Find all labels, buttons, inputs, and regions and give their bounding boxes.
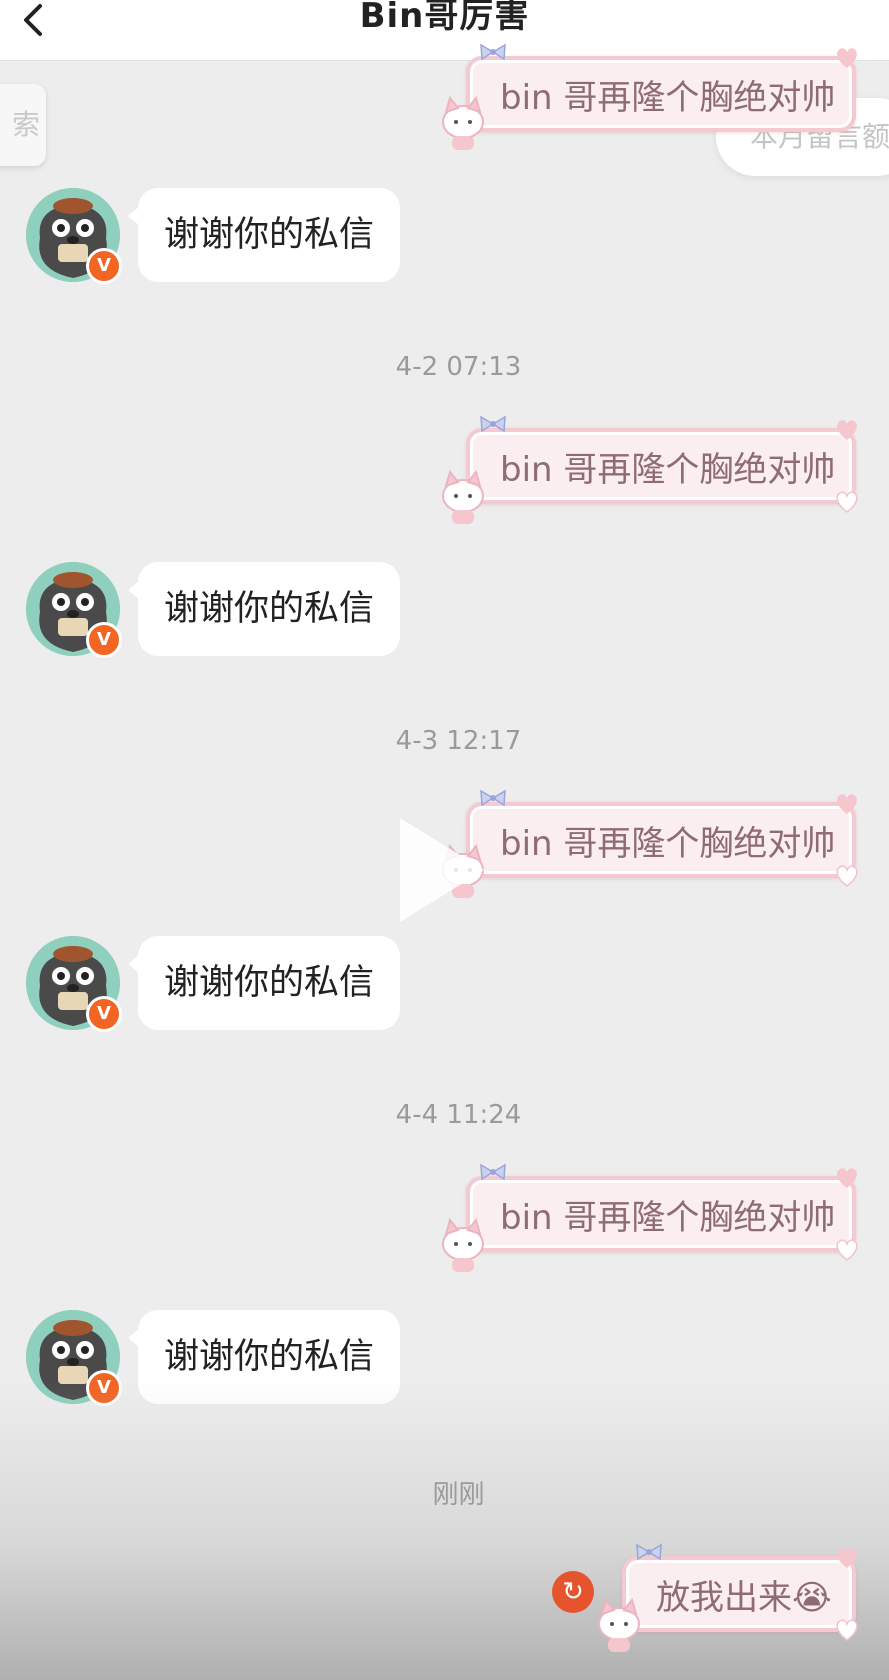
received-message-bubble[interactable]: 谢谢你的私信 <box>127 1310 401 1404</box>
heart-icon <box>837 794 857 814</box>
sent-message-text: bin 哥再隆个胸绝对帅 <box>500 824 836 864</box>
received-message-bubble[interactable]: 谢谢你的私信 <box>127 936 401 1030</box>
verified-badge-icon: V <box>86 248 122 284</box>
sent-sticker-bubble-final[interactable]: 放我出来😭 <box>622 1543 858 1641</box>
heart-icon <box>837 1548 857 1568</box>
avatar[interactable]: V <box>26 936 122 1032</box>
avatar[interactable]: V <box>26 188 122 284</box>
heart-icon <box>836 1239 858 1261</box>
verified-badge-icon: V <box>86 622 122 658</box>
timestamp: 4-4 11:24 <box>395 1100 522 1130</box>
timestamp: 刚刚 <box>432 1480 485 1510</box>
final-message-text: 放我出来😭 <box>656 1578 832 1618</box>
bow-icon <box>636 1543 662 1561</box>
sent-sticker-bubble[interactable]: bin 哥再隆个胸绝对帅 <box>466 415 858 513</box>
bow-icon <box>480 1163 506 1181</box>
melody-sticker-icon <box>442 96 484 150</box>
sent-sticker-bubble[interactable]: bin 哥再隆个胸绝对帅 <box>466 1163 858 1261</box>
heart-icon <box>837 48 857 68</box>
verified-badge-icon: V <box>86 996 122 1032</box>
resend-icon[interactable]: ↻ <box>552 1571 594 1613</box>
heart-icon <box>837 420 857 440</box>
heart-icon <box>836 865 858 887</box>
heart-icon <box>836 491 858 513</box>
chat-title: Bin哥厉害 <box>359 0 530 36</box>
melody-sticker-icon <box>442 1218 484 1272</box>
heart-icon <box>837 1168 857 1188</box>
melody-sticker-icon <box>598 1598 640 1652</box>
melody-sticker-icon <box>442 470 484 524</box>
avatar[interactable]: V <box>26 1310 122 1406</box>
timestamp: 4-2 07:13 <box>395 352 522 382</box>
play-icon[interactable] <box>400 818 484 922</box>
verified-badge-icon: V <box>86 1370 122 1406</box>
sent-message-text: bin 哥再隆个胸绝对帅 <box>500 78 836 118</box>
top-bar: Bin哥厉害 <box>0 0 889 61</box>
bow-icon <box>480 43 506 61</box>
bow-icon <box>480 415 506 433</box>
received-message-bubble[interactable]: 谢谢你的私信 <box>127 188 401 282</box>
received-message-bubble[interactable]: 谢谢你的私信 <box>127 562 401 656</box>
sent-sticker-bubble[interactable]: bin 哥再隆个胸绝对帅 <box>466 789 858 887</box>
search-tab[interactable]: 索 <box>0 84 46 166</box>
avatar[interactable]: V <box>26 562 122 658</box>
sent-message-text: bin 哥再隆个胸绝对帅 <box>500 1198 836 1238</box>
timestamp: 4-3 12:17 <box>395 726 522 756</box>
heart-icon <box>836 1619 858 1641</box>
bow-icon <box>480 789 506 807</box>
sent-message-text: bin 哥再隆个胸绝对帅 <box>500 450 836 490</box>
sent-sticker-bubble[interactable]: bin 哥再隆个胸绝对帅 <box>466 43 857 132</box>
